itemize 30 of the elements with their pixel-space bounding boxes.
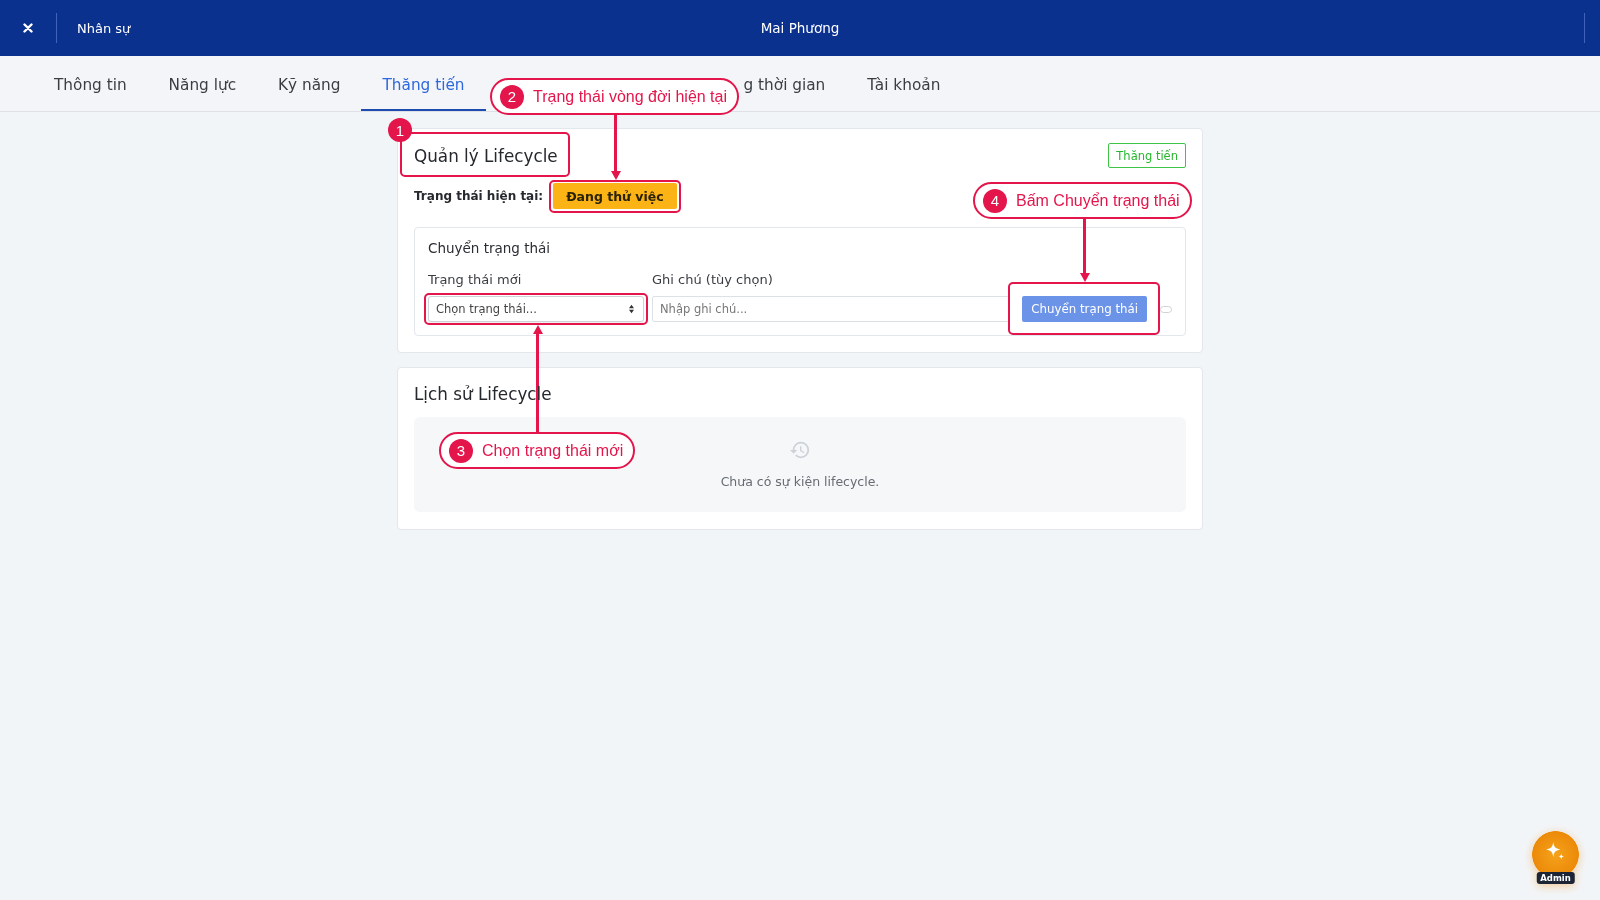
step-marker: 2 bbox=[500, 84, 524, 109]
history-icon bbox=[789, 439, 811, 461]
tab[interactable]: Năng lực bbox=[147, 56, 258, 111]
panel-title: Chuyển trạng thái bbox=[428, 240, 551, 257]
tab[interactable]: Thăng tiến bbox=[361, 56, 486, 111]
status-tag: Thăng tiến bbox=[1108, 143, 1186, 168]
callout-text: Bấm Chuyển trạng thái bbox=[1016, 191, 1180, 210]
sort-caret-icon bbox=[628, 304, 635, 314]
step-marker: 4 bbox=[983, 188, 1007, 213]
status-select[interactable]: Chọn trạng thái... bbox=[428, 296, 644, 322]
current-status-badge: Đang thử việc bbox=[553, 183, 677, 209]
field-label: Trạng thái mới bbox=[428, 271, 522, 288]
close-icon bbox=[23, 23, 33, 33]
window-title: Mai Phương bbox=[760, 20, 840, 36]
tab[interactable]: Tài khoản bbox=[846, 56, 962, 111]
tab[interactable]: Thông tin bbox=[33, 56, 148, 111]
card-title: Quản lý Lifecycle bbox=[414, 145, 558, 166]
step-marker: 3 bbox=[449, 438, 473, 463]
floating-action-button[interactable]: Admin bbox=[1532, 831, 1579, 884]
sparkle-icon bbox=[1546, 842, 1565, 860]
current-status-label: Trạng thái hiện tại: bbox=[414, 189, 544, 203]
empty-message: Chưa có sự kiện lifecycle. bbox=[720, 474, 880, 490]
callout-text: Chọn trạng thái mới bbox=[482, 441, 624, 460]
callout-text: Trạng thái vòng đời hiện tại bbox=[533, 87, 727, 106]
tab[interactable]: g thời gian bbox=[743, 56, 847, 111]
section-title: Nhân sự bbox=[77, 20, 131, 36]
tab[interactable]: Kỹ năng bbox=[257, 56, 362, 111]
field-label: Ghi chú (tùy chọn) bbox=[652, 271, 773, 288]
note-input[interactable]: Nhập ghi chú... bbox=[652, 296, 1011, 322]
step-marker: 1 bbox=[388, 118, 412, 142]
